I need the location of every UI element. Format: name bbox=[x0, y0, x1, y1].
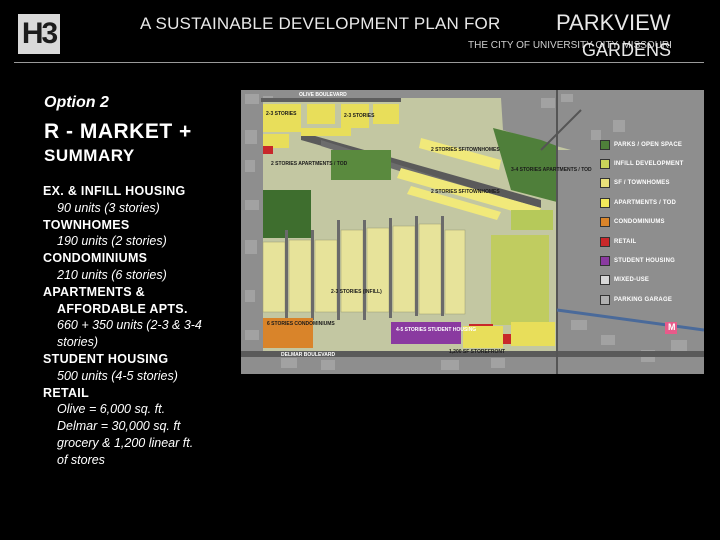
legend-label: MIXED-USE bbox=[614, 277, 650, 284]
legend-label: CONDOMINIUMS bbox=[614, 219, 665, 226]
summary-label: SUMMARY bbox=[44, 146, 135, 165]
header-divider bbox=[14, 62, 704, 63]
page-title: A SUSTAINABLE DEVELOPMENT PLAN FOR bbox=[140, 14, 501, 33]
list-category: CONDOMINIUMS bbox=[43, 251, 148, 266]
list-detail: Delmar = 30,000 sq. ft bbox=[57, 419, 181, 434]
option-heading: R - MARKET + bbox=[44, 120, 192, 143]
map-label-delmar: DELMAR BOULEVARD bbox=[281, 352, 336, 358]
list-detail: 190 units (2 stories) bbox=[57, 234, 167, 249]
map-legend: PARKS / OPEN SPACE INFILL DEVELOPMENT SF… bbox=[600, 135, 684, 310]
list-category: EX. & INFILL HOUSING bbox=[43, 184, 186, 198]
legend-swatch bbox=[600, 197, 610, 208]
map-label-condos: 6 STORIES CONDOMINIUMS bbox=[267, 321, 335, 327]
list-category: AFFORDABLE APTS. bbox=[57, 301, 188, 316]
map-label-olive: OLIVE BOULEVARD bbox=[299, 92, 347, 98]
legend-swatch bbox=[600, 275, 610, 286]
legend-item: PARKING GARAGE bbox=[600, 290, 684, 309]
list-detail: 500 units (4-5 stories) bbox=[57, 368, 178, 383]
map-label-infill: 2-3 STORIES (INFILL) bbox=[331, 289, 382, 295]
legend-label: PARKING GARAGE bbox=[614, 296, 673, 303]
option-label: Option 2 bbox=[44, 94, 109, 111]
title-highlight-parkview: PARKVIEW bbox=[556, 10, 671, 35]
map-label-student: 4-5 STORIES STUDENT HOUSING bbox=[396, 327, 477, 333]
legend-item: STUDENT HOUSING bbox=[600, 251, 684, 270]
legend-swatch bbox=[600, 217, 610, 228]
list-detail: grocery & 1,200 linear ft. bbox=[57, 435, 194, 450]
title-highlight-gardens: GARDENS bbox=[582, 40, 672, 60]
legend-label: INFILL DEVELOPMENT bbox=[614, 161, 684, 168]
list-category: TOWNHOMES bbox=[43, 217, 130, 232]
list-detail: of stores bbox=[57, 452, 105, 467]
map-label-stories: 2-3 STORIES bbox=[266, 111, 297, 117]
legend-swatch bbox=[600, 256, 610, 267]
legend-label: STUDENT HOUSING bbox=[614, 258, 676, 265]
map-label-townhomes: 2 STORIES SF/TOWNHOMES bbox=[431, 189, 500, 195]
list-detail: 90 units (3 stories) bbox=[57, 200, 160, 215]
list-detail: Olive = 6,000 sq. ft. bbox=[57, 402, 166, 417]
map-label-apts: 2 STORIES APARTMENTS / TOD bbox=[271, 161, 348, 167]
list-detail: 210 units (6 stories) bbox=[57, 267, 167, 282]
legend-label: APARTMENTS / TOD bbox=[614, 199, 676, 206]
list-category: STUDENT HOUSING bbox=[43, 351, 169, 366]
list-category: APARTMENTS & bbox=[43, 284, 145, 299]
legend-item: APARTMENTS / TOD bbox=[600, 193, 684, 212]
legend-swatch bbox=[600, 159, 610, 170]
legend-swatch bbox=[600, 294, 610, 305]
list-category: RETAIL bbox=[43, 385, 90, 400]
map-label-townhomes: 2 STORIES SF/TOWNHOMES bbox=[431, 147, 500, 153]
map-label-storefront: 1,200 SF STOREFRONT bbox=[449, 349, 506, 355]
h3-logo: H3 bbox=[18, 14, 60, 54]
legend-swatch bbox=[600, 178, 610, 189]
legend-swatch bbox=[600, 139, 610, 150]
legend-item: SF / TOWNHOMES bbox=[600, 174, 684, 193]
legend-item: CONDOMINIUMS bbox=[600, 213, 684, 232]
legend-item: MIXED-USE bbox=[600, 271, 684, 290]
legend-item: RETAIL bbox=[600, 232, 684, 251]
legend-label: PARKS / OPEN SPACE bbox=[614, 141, 683, 148]
metro-icon: M bbox=[668, 322, 676, 332]
map-label-stories: 2-3 STORIES bbox=[344, 113, 375, 119]
legend-swatch bbox=[600, 236, 610, 247]
legend-item: INFILL DEVELOPMENT bbox=[600, 154, 684, 173]
summary-list: EX. & INFILL HOUSING 90 units (3 stories… bbox=[43, 183, 233, 469]
legend-item: PARKS / OPEN SPACE bbox=[600, 135, 684, 154]
legend-label: RETAIL bbox=[614, 238, 637, 245]
map-label-stories-3-4: 3-4 STORIES APARTMENTS / TOD bbox=[511, 167, 592, 173]
legend-label: SF / TOWNHOMES bbox=[614, 180, 670, 187]
list-detail: 660 + 350 units (2-3 & 3-4 stories) bbox=[57, 318, 202, 350]
